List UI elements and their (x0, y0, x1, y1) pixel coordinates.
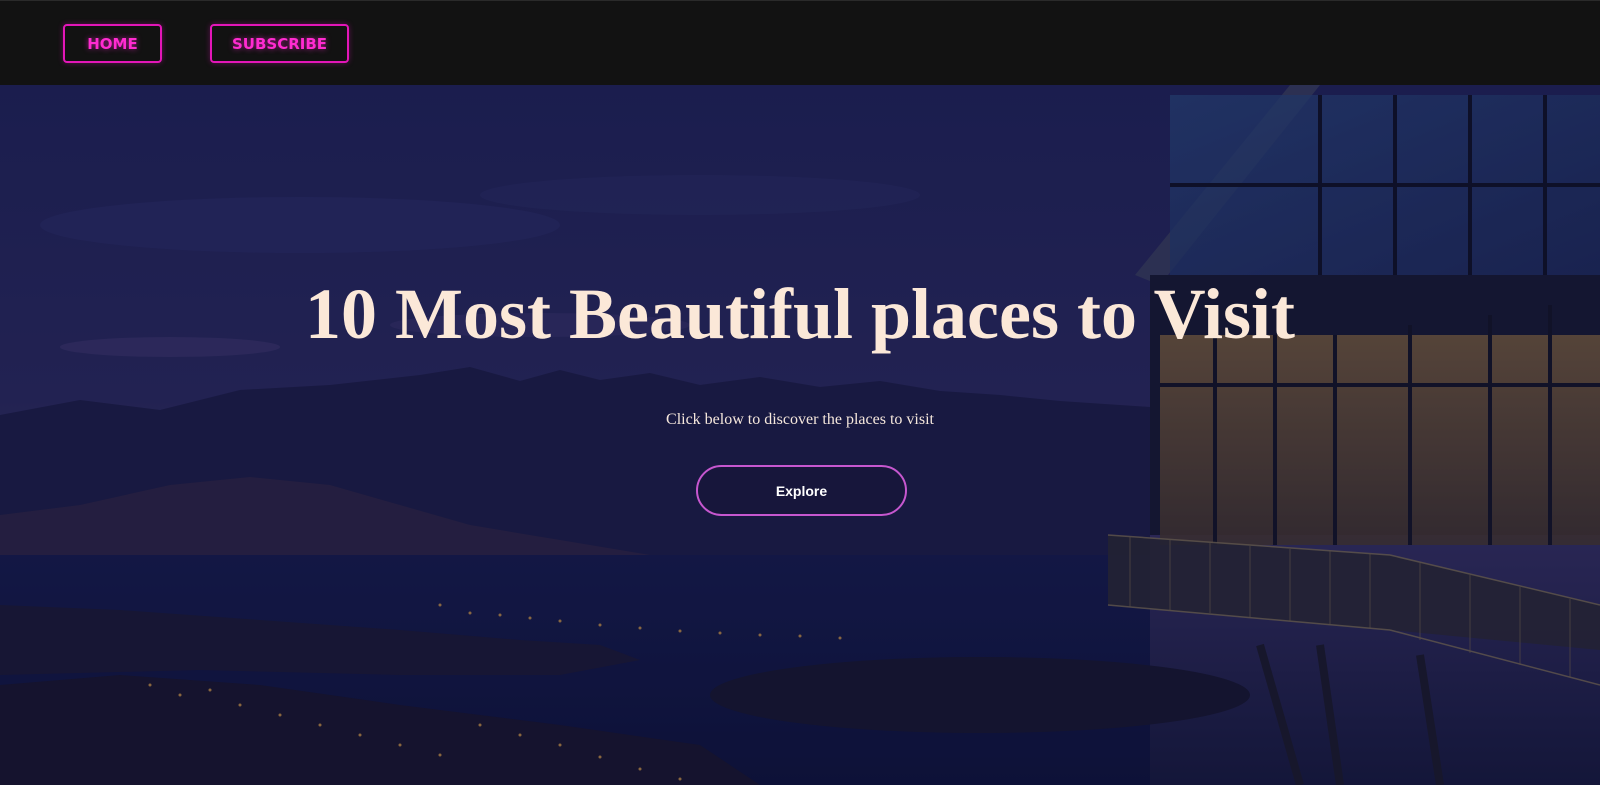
hero-title: 10 Most Beautiful places to Visit (305, 274, 1295, 354)
hero-section: 10 Most Beautiful places to Visit Click … (0, 85, 1600, 785)
landscape-photo-icon (0, 85, 1600, 785)
subscribe-button[interactable]: SUBSCRIBE (210, 24, 349, 63)
top-navigation-bar: HOME SUBSCRIBE (0, 0, 1600, 85)
home-button[interactable]: HOME (63, 24, 162, 63)
explore-button[interactable]: Explore (696, 465, 907, 516)
hero-subtitle: Click below to discover the places to vi… (666, 411, 934, 428)
